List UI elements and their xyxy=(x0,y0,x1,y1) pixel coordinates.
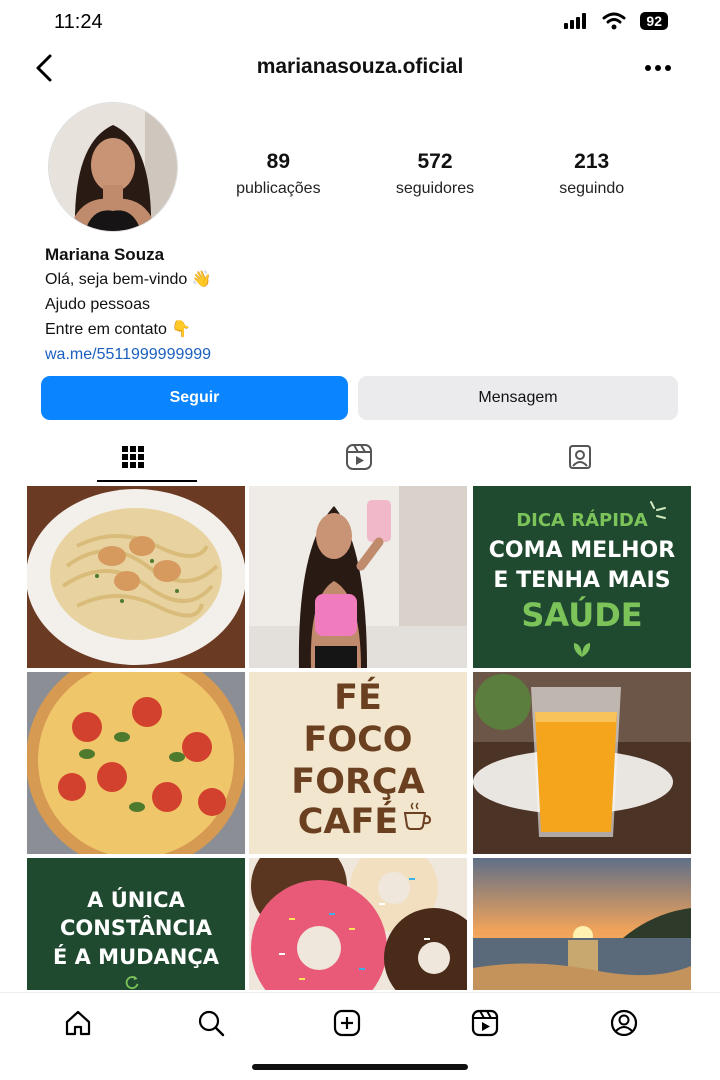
reels-icon xyxy=(471,1009,499,1037)
home-icon xyxy=(65,1010,91,1036)
pizza-image xyxy=(27,672,245,854)
bio-line: Olá, seja bem-vindo 👋 xyxy=(45,271,212,288)
profile-username: marianasouza.oficial xyxy=(256,55,464,78)
stat-value: 572 xyxy=(417,150,453,173)
search-icon xyxy=(198,1010,225,1037)
home-indicator xyxy=(252,1064,468,1070)
reels-icon xyxy=(346,444,372,470)
profile-tabs xyxy=(0,432,720,484)
post-sunset[interactable] xyxy=(473,858,691,990)
tagged-icon xyxy=(569,445,591,469)
status-time: 11:24 xyxy=(54,11,103,33)
tip-line-2: E TENHA MAIS xyxy=(493,568,671,593)
create-icon xyxy=(333,1009,361,1037)
bio-link[interactable]: wa.me/5511999999999 xyxy=(45,342,212,367)
stat-value: 89 xyxy=(266,150,291,173)
stat-value: 213 xyxy=(574,150,610,173)
avatar-photo xyxy=(49,103,177,231)
stat-label: seguidores xyxy=(395,180,475,197)
profile-icon xyxy=(610,1009,638,1037)
donuts-image xyxy=(249,858,467,990)
active-tab-indicator xyxy=(97,480,197,482)
signal-icon xyxy=(564,13,587,29)
nav-home[interactable] xyxy=(58,1003,98,1043)
faith-line-4: CAFÉ xyxy=(297,802,399,842)
sparkle-icon xyxy=(650,501,666,519)
faith-line-1: FÉ xyxy=(334,678,382,718)
refresh-icon xyxy=(125,975,139,990)
profile-bio: Mariana Souza Olá, seja bem-vindo 👋 Ajud… xyxy=(45,242,212,367)
bio-line: Ajudo pessoas xyxy=(45,296,150,313)
orange-juice-image xyxy=(473,672,691,854)
stat-label: seguindo xyxy=(559,180,625,197)
tip-big-text: SAÚDE xyxy=(521,596,643,634)
post-pasta[interactable] xyxy=(27,486,245,668)
nav-profile[interactable] xyxy=(604,1003,644,1043)
bio-line: Entre em contato 👇 xyxy=(45,321,192,338)
avatar[interactable] xyxy=(48,102,178,232)
profile-header: marianasouza.oficial xyxy=(0,44,720,92)
tab-tagged[interactable] xyxy=(530,432,630,482)
bottom-navigation xyxy=(0,992,720,1053)
wifi-icon xyxy=(602,12,626,30)
post-quote-card[interactable]: A ÚNICA CONSTÂNCIA É A MUDANÇA xyxy=(27,858,245,990)
post-donuts[interactable] xyxy=(249,858,467,990)
message-button[interactable]: Mensagem xyxy=(358,376,678,420)
stat-followers[interactable]: 572 seguidores xyxy=(357,150,514,198)
coffee-cup-icon xyxy=(403,802,432,830)
nav-create[interactable] xyxy=(327,1003,367,1043)
selfie-image xyxy=(249,486,467,668)
quote-line-1: A ÚNICA xyxy=(87,888,185,912)
quote-line-3: É A MUDANÇA xyxy=(52,945,220,969)
nav-reels[interactable] xyxy=(465,1003,505,1043)
post-selfie[interactable] xyxy=(249,486,467,668)
tab-grid[interactable] xyxy=(83,432,183,482)
post-faith-card[interactable]: FÉ FOCO FORÇA CAFÉ xyxy=(249,672,467,854)
nav-search[interactable] xyxy=(191,1003,231,1043)
status-bar: 11:24 92 xyxy=(0,0,720,44)
follow-button[interactable]: Seguir xyxy=(41,376,348,420)
faith-line-3: FORÇA xyxy=(291,762,425,802)
faith-line-2: FOCO xyxy=(303,720,413,760)
status-icons: 92 xyxy=(564,12,668,30)
battery-indicator: 92 xyxy=(640,12,668,30)
more-options-button[interactable] xyxy=(640,54,676,82)
post-orange-juice[interactable] xyxy=(473,672,691,854)
post-pizza[interactable] xyxy=(27,672,245,854)
profile-name: Mariana Souza xyxy=(45,245,165,264)
stat-posts[interactable]: 89 publicações xyxy=(200,150,357,198)
tab-reels[interactable] xyxy=(309,432,409,482)
quote-line-2: CONSTÂNCIA xyxy=(60,916,212,940)
leaf-icon xyxy=(573,643,591,657)
grid-icon xyxy=(122,446,144,468)
stat-following[interactable]: 213 seguindo xyxy=(513,150,670,198)
profile-stats: 89 publicações 572 seguidores 213 seguin… xyxy=(200,150,670,198)
post-tip-card[interactable]: DICA RÁPIDA COMA MELHOR E TENHA MAIS SAÚ… xyxy=(473,486,691,668)
tip-line-1: COMA MELHOR xyxy=(488,538,676,563)
sunset-beach-image xyxy=(473,858,691,990)
stat-label: publicações xyxy=(236,180,321,197)
more-dots-icon xyxy=(645,65,671,71)
pasta-image xyxy=(27,486,245,668)
